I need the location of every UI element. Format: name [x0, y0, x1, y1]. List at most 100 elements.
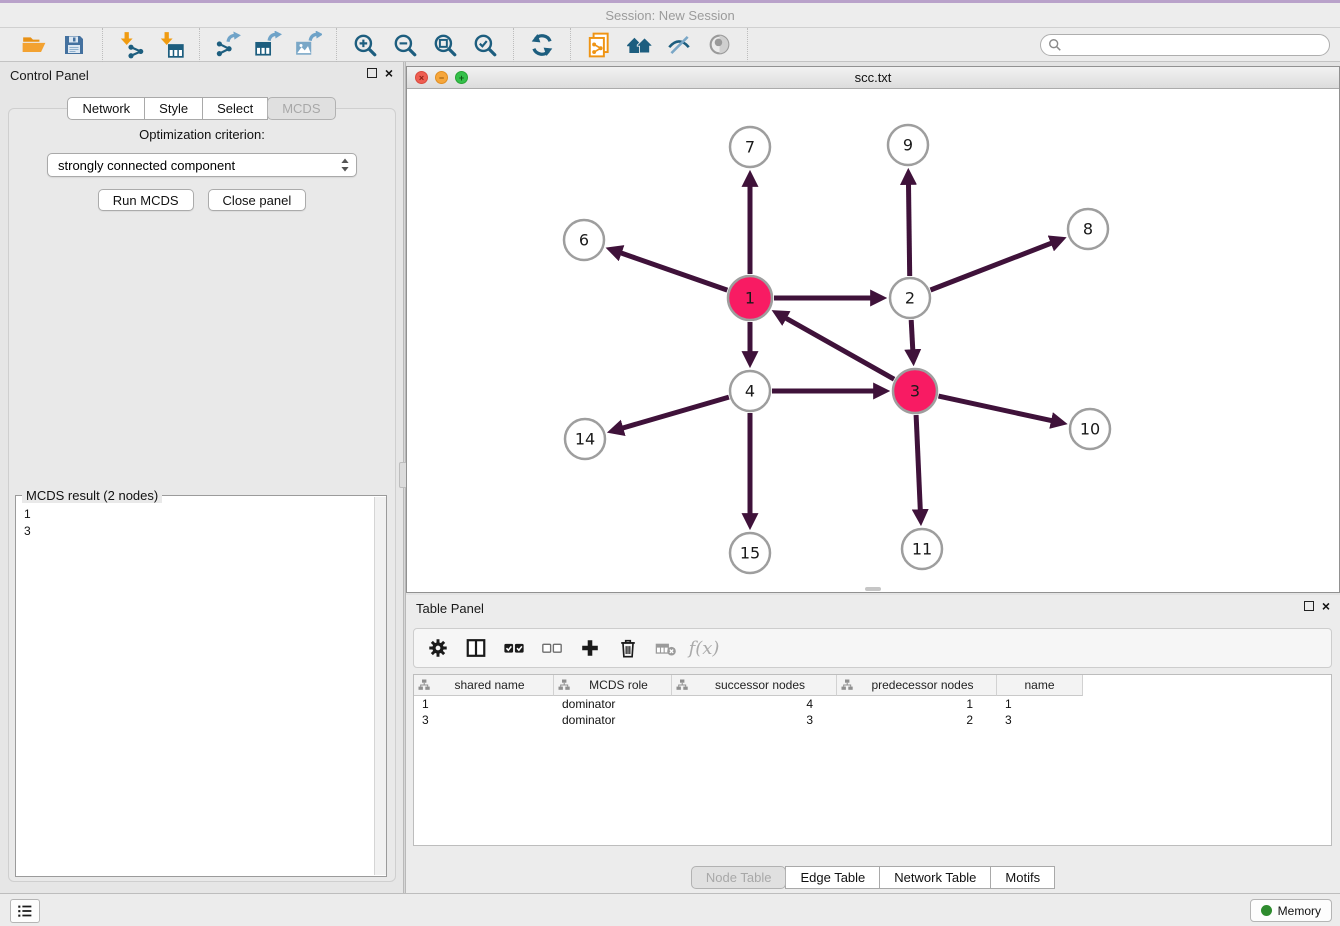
list-icon [16, 902, 34, 920]
graph-node-14[interactable]: 14 [565, 419, 605, 459]
mcds-panel-body: Optimization criterion: strongly connect… [8, 108, 396, 882]
search-input[interactable] [1040, 34, 1330, 56]
unselect-all-columns-button[interactable] [536, 632, 568, 664]
close-panel-button[interactable]: Close panel [208, 189, 307, 211]
float-table-panel-icon[interactable] [1304, 601, 1314, 611]
column-header-predecessor-nodes[interactable]: predecessor nodes [837, 675, 997, 696]
minimize-window-icon[interactable]: − [435, 71, 448, 84]
graph-node-2[interactable]: 2 [890, 278, 930, 318]
zoom-in-icon [352, 32, 378, 58]
first-neighbors-button[interactable] [619, 30, 659, 60]
table-row[interactable]: 3dominator323 [414, 712, 1331, 728]
graph-node-4[interactable]: 4 [730, 371, 770, 411]
delete-column-button[interactable] [612, 632, 644, 664]
plus-icon [579, 637, 601, 659]
graph-node-9[interactable]: 9 [888, 125, 928, 165]
column-header-name[interactable]: name [997, 675, 1083, 696]
export-table-button[interactable] [248, 30, 288, 60]
export-network-button[interactable] [208, 30, 248, 60]
export-image-button[interactable] [288, 30, 328, 60]
memory-button[interactable]: Memory [1250, 899, 1332, 922]
birds-eye-view-button[interactable] [699, 30, 739, 60]
graph-edge-2-8[interactable] [931, 243, 1052, 290]
graph-node-7[interactable]: 7 [730, 127, 770, 167]
float-window-icon[interactable] [367, 68, 377, 78]
graph-edge-3-10[interactable] [939, 396, 1052, 421]
graph-node-8[interactable]: 8 [1068, 209, 1108, 249]
tab-style[interactable]: Style [144, 97, 203, 120]
node-table-header: shared name MCDS role successor nodes pr… [414, 675, 1331, 696]
column-header-successor-nodes[interactable]: successor nodes [672, 675, 837, 696]
graph-node-label: 14 [575, 430, 595, 449]
tab-node-table[interactable]: Node Table [691, 866, 787, 889]
graph-node-label: 15 [740, 544, 760, 563]
columns-icon [465, 637, 487, 659]
tree-icon [558, 679, 570, 691]
graph-edge-2-9[interactable] [909, 184, 910, 276]
import-table-button[interactable] [151, 30, 191, 60]
zoom-window-icon[interactable]: + [455, 71, 468, 84]
run-mcds-button[interactable]: Run MCDS [98, 189, 194, 211]
tab-select[interactable]: Select [202, 97, 268, 120]
column-layout-button[interactable] [460, 632, 492, 664]
graph-edge-4-14[interactable] [622, 397, 729, 428]
new-network-from-selection-button[interactable] [579, 30, 619, 60]
graph-edge-3-11[interactable] [916, 415, 920, 510]
graph-node-label: 8 [1083, 220, 1093, 239]
show-graphics-details-button[interactable] [659, 30, 699, 60]
save-session-button[interactable] [54, 30, 94, 60]
graph-edge-2-3[interactable] [911, 320, 913, 350]
graph-edge-1-6[interactable] [621, 253, 728, 290]
table-panel-title: Table Panel [416, 601, 484, 616]
control-panel-header: Control Panel × [0, 62, 403, 88]
graph-edge-3-1[interactable] [786, 318, 894, 379]
graph-node-3[interactable]: 3 [893, 369, 937, 413]
tab-mcds[interactable]: MCDS [267, 97, 335, 120]
tab-edge-table[interactable]: Edge Table [785, 866, 880, 889]
delete-table-button[interactable] [650, 632, 682, 664]
tab-motifs[interactable]: Motifs [990, 866, 1055, 889]
control-panel: Control Panel × Network Style Select MCD… [0, 62, 403, 893]
graph-node-1[interactable]: 1 [728, 276, 772, 320]
graph-node-11[interactable]: 11 [902, 529, 942, 569]
fit-content-button[interactable] [425, 30, 465, 60]
network-canvas-svg[interactable]: 7 9 6 8 1 2 4 3 14 10 15 11 [407, 89, 1339, 592]
column-header-shared-name[interactable]: shared name [414, 675, 554, 696]
table-row[interactable]: 1dominator411 [414, 696, 1331, 712]
refresh-icon [529, 32, 555, 58]
apply-function-button[interactable]: f(x) [688, 632, 720, 664]
criterion-dropdown[interactable]: strongly connected component [47, 153, 357, 177]
select-all-columns-button[interactable] [498, 632, 530, 664]
file-group [6, 28, 103, 62]
open-file-button[interactable] [14, 30, 54, 60]
zoom-selected-button[interactable] [465, 30, 505, 60]
graph-node-label: 7 [745, 138, 755, 157]
graph-node-15[interactable]: 15 [730, 533, 770, 573]
app-titlebar: Session: New Session [0, 0, 1340, 28]
result-scrollbar[interactable] [374, 497, 386, 875]
close-panel-icon[interactable]: × [385, 68, 393, 78]
graph-node-6[interactable]: 6 [564, 220, 604, 260]
network-hscroll-handle[interactable] [865, 587, 881, 591]
graph-node-10[interactable]: 10 [1070, 409, 1110, 449]
network-document-icon [586, 32, 612, 58]
add-column-button[interactable] [574, 632, 606, 664]
table-cell: 1 [997, 697, 1083, 711]
status-bar: Memory [0, 893, 1340, 926]
import-network-button[interactable] [111, 30, 151, 60]
tab-network[interactable]: Network [67, 97, 145, 120]
tab-network-table[interactable]: Network Table [879, 866, 991, 889]
close-table-panel-icon[interactable]: × [1322, 601, 1330, 611]
zoom-out-button[interactable] [385, 30, 425, 60]
zoom-in-button[interactable] [345, 30, 385, 60]
save-floppy-icon [62, 33, 86, 57]
task-history-button[interactable] [10, 899, 40, 923]
column-header-mcds-role[interactable]: MCDS role [554, 675, 672, 696]
graph-node-label: 6 [579, 231, 589, 250]
table-settings-button[interactable] [422, 632, 454, 664]
zoom-out-icon [392, 32, 418, 58]
zoom-selected-icon [472, 32, 498, 58]
close-window-icon[interactable]: × [415, 71, 428, 84]
apply-layout-button[interactable] [522, 30, 562, 60]
search-icon [1048, 38, 1062, 52]
